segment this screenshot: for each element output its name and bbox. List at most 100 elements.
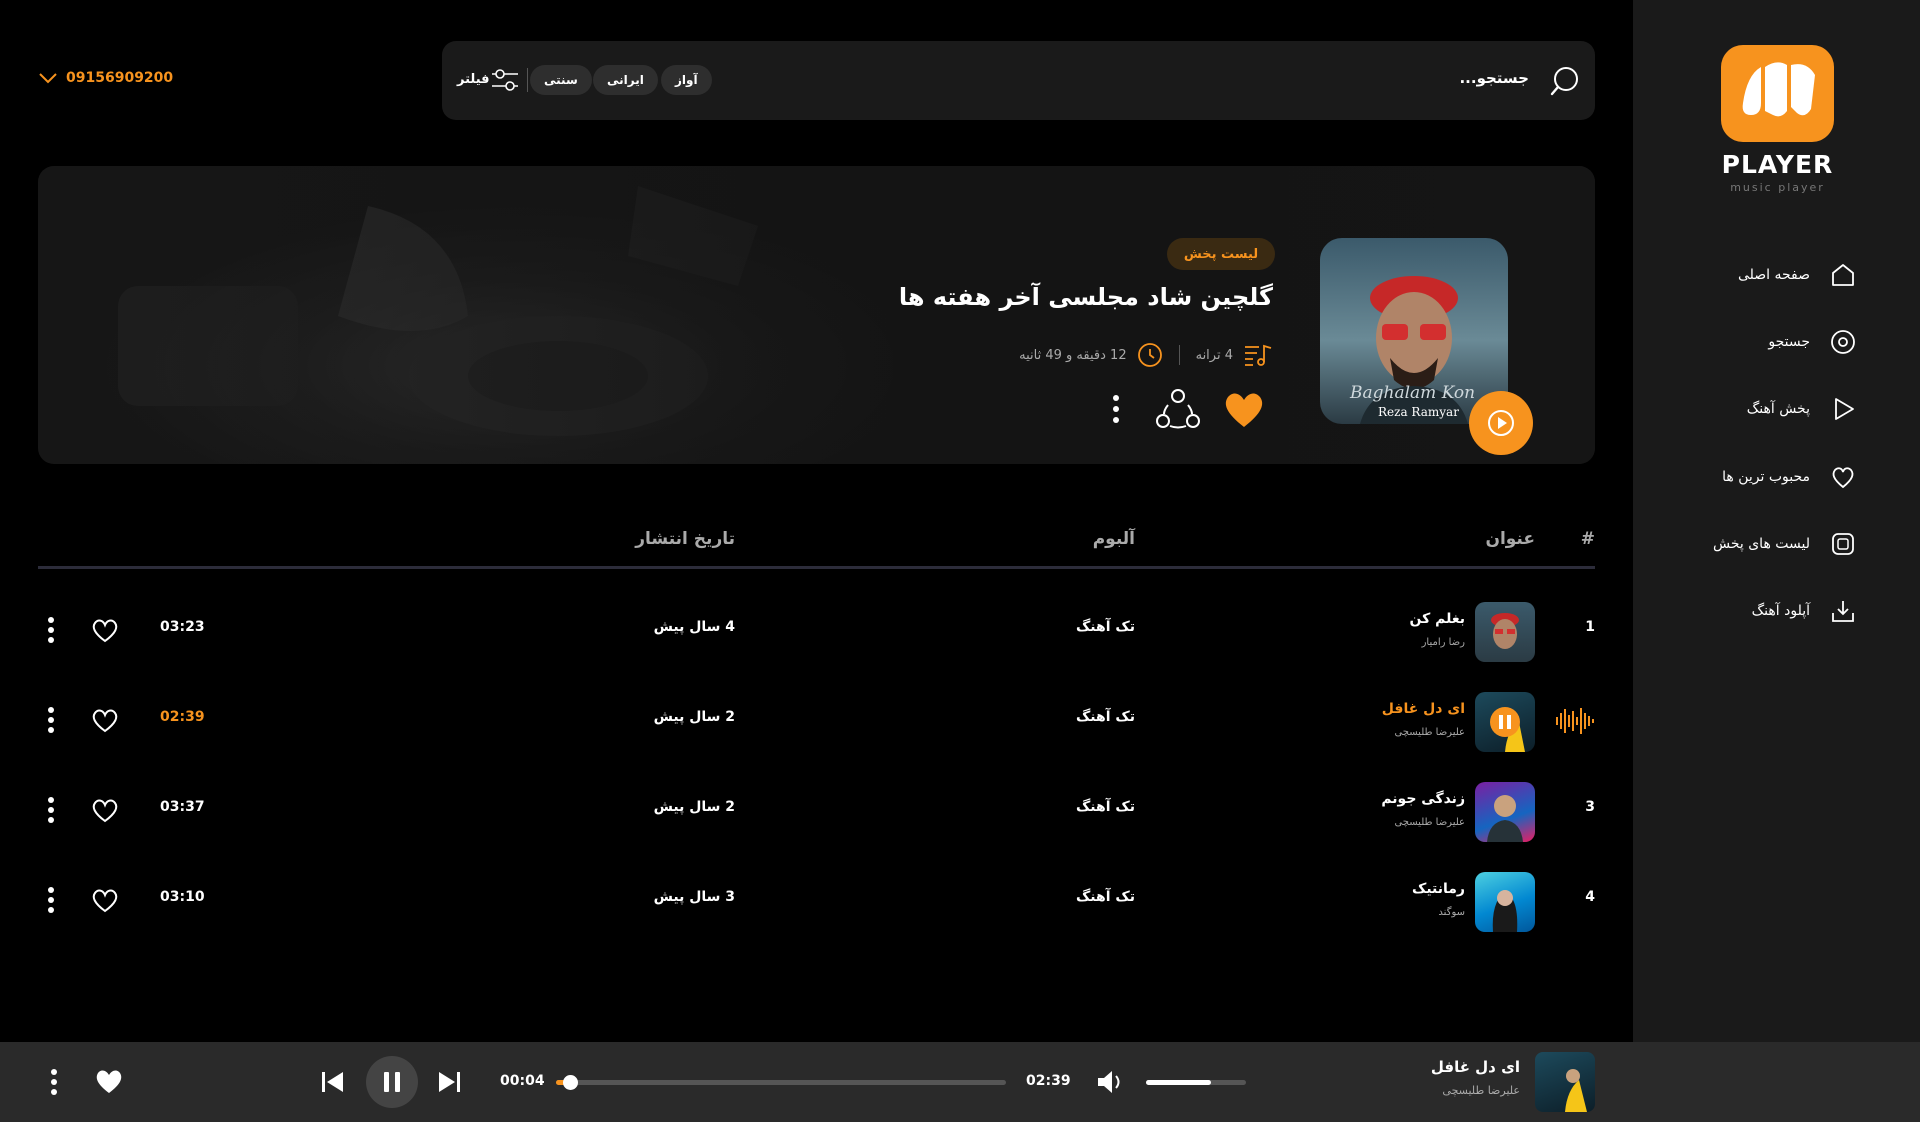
cover-artist-text: Reza Ramyar [1378,405,1459,419]
track-album: تک آهنگ [1075,619,1135,635]
track-album: تک آهنگ [1075,709,1135,725]
nav-item-favorites[interactable]: محبوب ترین ها [1722,460,1858,494]
pause-button[interactable] [366,1056,418,1108]
sidebar: PLAYER music player صفحه اصلی جستجو پخش … [1633,0,1920,1122]
nav-item-label: لیست های پخش [1712,536,1810,552]
search-input[interactable]: جستجو... [1459,69,1529,87]
nav-item-home[interactable]: صفحه اصلی [1738,258,1858,292]
table-row[interactable]: 4 رمانتیک سوگند تک آهنگ 3 سال پیش 03:10 [38,869,1595,933]
nav-item-label: آپلود آهنگ [1751,603,1810,619]
table-row[interactable]: 1 بغلم کن رضا رامیار تک آهنگ 4 سال پیش 0… [38,599,1595,663]
nav-item-search[interactable]: جستجو [1768,325,1858,359]
play-icon [1488,410,1514,436]
divider [527,68,528,92]
brand-name: PLAYER [1721,150,1834,179]
like-heart-icon[interactable] [90,795,120,825]
filter-chip[interactable]: آواز [661,65,712,95]
track-thumbnail[interactable] [1475,872,1535,932]
play-icon [1828,394,1858,424]
playlist-hero: Baghalam Kon Reza Ramyar لیست پخش گلچین … [38,166,1595,464]
previous-track-icon[interactable] [320,1069,346,1095]
more-options-icon[interactable] [1108,392,1124,426]
track-duration: 03:10 [160,889,205,905]
logo-w-icon [1742,62,1815,117]
brand-logo[interactable] [1721,45,1834,142]
track-duration: 03:23 [160,619,205,635]
track-number: 4 [1585,889,1595,905]
track-thumbnail[interactable] [1475,782,1535,842]
track-thumbnail[interactable] [1475,692,1535,752]
table-row[interactable]: 3 زندگی جونم علیرضا طلیسچی تک آهنگ 2 سال… [38,779,1595,843]
more-options-icon[interactable] [43,705,59,735]
playlist-title: گلچین شاد مجلسی آخر هفته ها [898,283,1273,311]
track-title[interactable]: زندگی جونم [1381,791,1465,807]
column-album[interactable]: آلبوم [1093,529,1135,549]
more-options-icon[interactable] [43,885,59,915]
search-icon[interactable] [1549,65,1581,97]
column-title[interactable]: عنوان [1485,529,1535,549]
like-heart-icon[interactable] [90,705,120,735]
volume-slider[interactable] [1146,1080,1246,1085]
nav-item-play[interactable]: پخش آهنگ [1747,392,1858,426]
equalizer-icon [1556,708,1594,734]
pause-icon [384,1072,400,1092]
nav-item-label: محبوب ترین ها [1722,469,1810,485]
playlist-duration: 12 دقیقه و 49 ثانیه [1019,347,1127,363]
upload-icon [1828,596,1858,626]
track-number: 3 [1585,799,1595,815]
more-options-icon[interactable] [46,1066,62,1098]
track-artist[interactable]: علیرضا طلیسچی [1394,817,1465,828]
now-playing-title[interactable]: ای دل غافل [1431,1058,1520,1076]
track-count: 4 ترانه [1195,347,1233,363]
playlist-badge: لیست پخش [1167,238,1275,270]
track-title[interactable]: ای دل غافل [1382,701,1465,717]
clock-icon [1137,343,1162,367]
progress-slider[interactable] [556,1075,1006,1090]
track-release-date: 2 سال پیش [653,799,735,815]
like-heart-icon[interactable] [90,885,120,915]
nav-item-label: پخش آهنگ [1746,401,1810,417]
total-time: 02:39 [1026,1073,1071,1089]
column-release-date[interactable]: تاریخ انتشار [635,529,735,549]
now-playing-artist[interactable]: علیرضا طلیسچی [1442,1084,1520,1097]
divider [1178,345,1180,365]
filter-button[interactable]: فیلتر [457,72,490,87]
playlist-cover[interactable]: Baghalam Kon Reza Ramyar [1320,238,1508,424]
track-album: تک آهنگ [1075,889,1135,905]
player-bar: 00:04 02:39 ای دل غافل علیرضا طلیسچی [0,1042,1920,1122]
nav-item-playlists[interactable]: لیست های پخش [1713,527,1858,561]
compass-icon [1828,327,1858,357]
more-options-icon[interactable] [43,615,59,645]
column-number: # [1580,529,1595,549]
playlist-icon [1828,529,1858,559]
next-track-icon[interactable] [436,1069,462,1095]
nav-item-upload[interactable]: آپلود آهنگ [1752,594,1858,628]
favorite-heart-icon[interactable] [94,1066,124,1096]
track-artist[interactable]: علیرضا طلیسچی [1394,727,1465,738]
table-row-active[interactable]: ای دل غافل علیرضا طلیسچی تک آهنگ 2 سال پ… [38,689,1595,753]
music-list-icon [1245,344,1272,366]
favorite-heart-icon[interactable] [1222,389,1266,429]
filter-chip[interactable]: ایرانی [593,65,658,95]
track-artist[interactable]: سوگند [1438,907,1465,918]
progress-handle[interactable] [562,1075,578,1090]
filter-chip[interactable]: سنتی [530,65,592,95]
track-artist[interactable]: رضا رامیار [1422,637,1465,648]
now-playing-thumbnail[interactable] [1535,1052,1595,1112]
play-playlist-button[interactable] [1469,391,1533,455]
filter-sliders-icon[interactable] [490,65,520,95]
brand-tagline: music player [1730,181,1825,194]
volume-icon[interactable] [1096,1068,1126,1096]
track-title[interactable]: رمانتیک [1412,881,1465,897]
account-phone[interactable]: 09156909200 [38,70,173,86]
track-thumbnail[interactable] [1475,602,1535,662]
home-icon [1828,260,1858,290]
share-icon[interactable] [1156,388,1200,430]
more-options-icon[interactable] [43,795,59,825]
track-release-date: 4 سال پیش [653,619,735,635]
track-title[interactable]: بغلم کن [1410,611,1465,627]
like-heart-icon[interactable] [90,615,120,645]
phone-number: 09156909200 [66,70,174,86]
chevron-down-icon [39,73,57,84]
search-bar: جستجو... آواز ایرانی سنتی فیلتر [442,41,1595,120]
